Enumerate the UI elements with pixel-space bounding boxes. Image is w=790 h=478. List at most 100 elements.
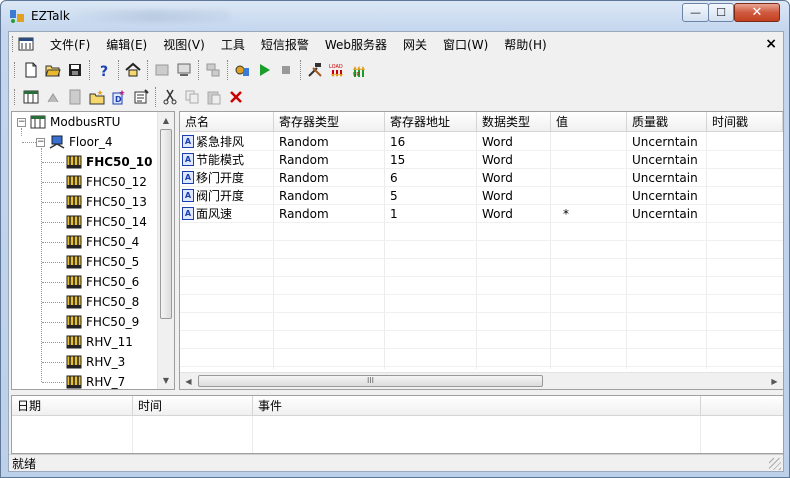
menu-sms-alarm[interactable]: 短信报警 [253, 36, 317, 53]
tree-group[interactable]: Floor_4 [49, 132, 113, 152]
tree-line [42, 182, 64, 183]
add-device-icon[interactable] [42, 86, 64, 108]
col-point-name[interactable]: 点名 [180, 112, 274, 132]
menu-window[interactable]: 窗口(W) [435, 36, 496, 53]
menu-grip[interactable] [12, 36, 15, 52]
network-icon[interactable] [202, 59, 224, 81]
device-tree[interactable]: − ModbusRTU − Floor_4 FHC50_10 FHC50_12 FH… [11, 111, 175, 390]
tree-collapse-toggle[interactable]: − [36, 138, 45, 147]
tree-item-device[interactable]: FHC50_6 [66, 272, 139, 292]
tree-item-device[interactable]: FHC50_10 [66, 152, 152, 172]
upload-icon[interactable]: UP [348, 59, 370, 81]
scroll-down-icon[interactable]: ▼ [158, 372, 174, 389]
scroll-left-icon[interactable]: ◀ [180, 373, 197, 389]
play-icon[interactable] [253, 59, 275, 81]
tree-item-device[interactable]: RHV_7 [66, 372, 125, 389]
maximize-button[interactable]: ☐ [708, 3, 734, 22]
add-folder-icon[interactable] [86, 86, 108, 108]
tree-item-device[interactable]: FHC50_5 [66, 252, 139, 272]
close-button[interactable]: ✕ [734, 3, 780, 22]
tree-item-device[interactable]: FHC50_8 [66, 292, 139, 312]
tree-item-device[interactable]: FHC50_13 [66, 192, 147, 212]
col-timestamp[interactable]: 时间戳 [707, 112, 783, 132]
resize-grip[interactable] [769, 458, 781, 470]
new-file-icon[interactable] [20, 59, 42, 81]
home-icon[interactable] [122, 59, 144, 81]
table-row[interactable]: A 移门开度 Random 6 Word Uncerntain [180, 169, 783, 187]
mdi-child-icon[interactable] [18, 37, 34, 51]
scroll-thumb[interactable] [160, 129, 172, 319]
help-icon[interactable]: ? [93, 59, 115, 81]
tools-icon[interactable] [304, 59, 326, 81]
svg-text:?: ? [100, 64, 108, 78]
tree-item-label: FHC50_8 [86, 295, 140, 309]
load-icon[interactable]: LOAD [326, 59, 348, 81]
tree-vertical-scrollbar[interactable]: ▲ ▼ [157, 112, 174, 389]
svg-text:LOAD: LOAD [329, 64, 343, 70]
scroll-thumb[interactable]: III [198, 375, 543, 387]
menu-file[interactable]: 文件(F) [42, 36, 98, 53]
monitor-icon[interactable] [173, 59, 195, 81]
table-row[interactable]: A 面风速 Random 1 Word * Uncerntain [180, 205, 783, 223]
cell-reg-addr: 6 [390, 171, 398, 185]
menu-view[interactable]: 视图(V) [155, 36, 213, 53]
cut-icon[interactable] [159, 86, 181, 108]
menu-help[interactable]: 帮助(H) [496, 36, 554, 53]
properties-icon[interactable] [130, 86, 152, 108]
tree-item-label: FHC50_4 [86, 235, 140, 249]
table-row[interactable]: A 阀门开度 Random 5 Word Uncerntain [180, 187, 783, 205]
stop-icon[interactable] [275, 59, 297, 81]
col-value[interactable]: 值 [551, 112, 627, 132]
tag-grid[interactable]: 点名 寄存器类型 寄存器地址 数据类型 值 质量戳 时间戳 A 紧急排风 Rando… [179, 111, 784, 390]
grid-horizontal-scrollbar[interactable]: ◀ III ▶ [180, 372, 783, 389]
title-obscured-text [71, 10, 231, 22]
menu-tools[interactable]: 工具 [213, 36, 253, 53]
toolbar-separator [147, 59, 148, 80]
menu-edit[interactable]: 编辑(E) [98, 36, 155, 53]
scroll-right-icon[interactable]: ▶ [766, 373, 783, 389]
delete-icon[interactable] [225, 86, 247, 108]
cell-reg-addr: 15 [390, 153, 406, 167]
svg-text:D: D [115, 95, 122, 104]
log-col-time[interactable]: 时间 [133, 396, 253, 416]
open-folder-icon[interactable] [42, 59, 64, 81]
save-icon[interactable] [64, 59, 86, 81]
col-quality[interactable]: 质量戳 [627, 112, 707, 132]
col-register-type[interactable]: 寄存器类型 [274, 112, 385, 132]
table-row[interactable]: A 节能模式 Random 15 Word Uncerntain [180, 151, 783, 169]
event-log[interactable]: 日期 时间 事件 [11, 395, 784, 454]
tree-item-device[interactable]: FHC50_9 [66, 312, 139, 332]
copy-icon[interactable] [181, 86, 203, 108]
row-line [180, 240, 783, 241]
tree-line [42, 202, 64, 203]
device-icon[interactable] [151, 59, 173, 81]
add-tag-icon[interactable]: D [108, 86, 130, 108]
paste-icon[interactable] [203, 86, 225, 108]
toolbar-grip[interactable] [14, 61, 17, 78]
log-col-date[interactable]: 日期 [12, 396, 133, 416]
tree-item-device[interactable]: FHC50_12 [66, 172, 147, 192]
col-register-address[interactable]: 寄存器地址 [385, 112, 477, 132]
menu-web-server[interactable]: Web服务器 [317, 36, 395, 53]
table-row[interactable]: A 紧急排风 Random 16 Word Uncerntain [180, 133, 783, 151]
toolbar-grip[interactable] [14, 88, 17, 105]
svg-text:UP: UP [353, 72, 360, 78]
tree-item-device[interactable]: RHV_11 [66, 332, 133, 352]
tree-collapse-toggle[interactable]: − [17, 118, 26, 127]
tree-root[interactable]: ModbusRTU [30, 112, 120, 132]
tree-item-device[interactable]: RHV_3 [66, 352, 125, 372]
add-group-icon[interactable] [64, 86, 86, 108]
col-data-type[interactable]: 数据类型 [477, 112, 551, 132]
add-channel-icon[interactable] [20, 86, 42, 108]
scroll-up-icon[interactable]: ▲ [158, 112, 174, 129]
mdi-close-icon[interactable]: × [765, 36, 777, 52]
tree-item-device[interactable]: FHC50_14 [66, 212, 147, 232]
title-bar[interactable]: EZTalk — ☐ ✕ [1, 1, 789, 31]
tree-line [42, 222, 64, 223]
minimize-button[interactable]: — [682, 3, 709, 22]
log-col-event[interactable]: 事件 [253, 396, 701, 416]
run-config-icon[interactable] [231, 59, 253, 81]
menu-gateway[interactable]: 网关 [395, 36, 435, 53]
device-group-icon [49, 135, 65, 149]
tree-item-device[interactable]: FHC50_4 [66, 232, 139, 252]
